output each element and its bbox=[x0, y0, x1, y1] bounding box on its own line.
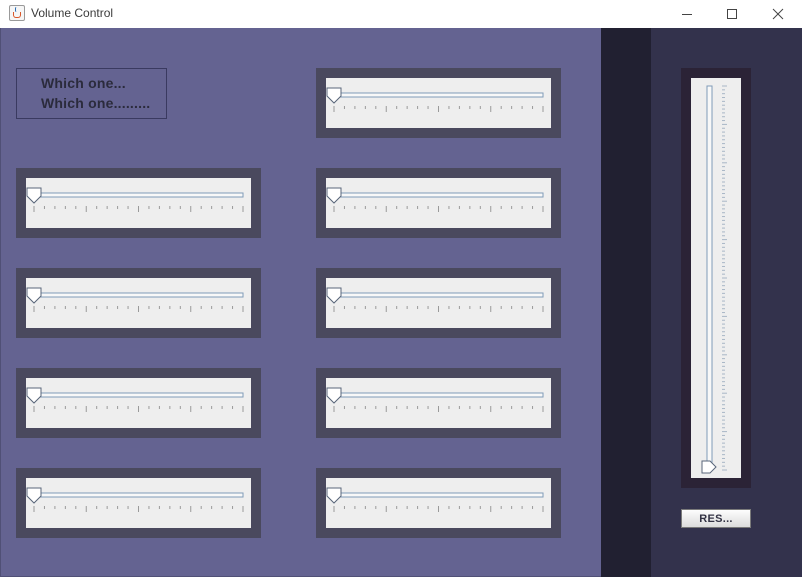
slider-track bbox=[333, 92, 544, 98]
slider-thumb bbox=[326, 87, 342, 104]
slider-7[interactable] bbox=[326, 378, 551, 428]
slider-track bbox=[333, 292, 544, 298]
slider-frame-9 bbox=[316, 468, 561, 538]
slider-thumb bbox=[326, 187, 342, 204]
slider-frame-6 bbox=[16, 368, 261, 438]
vertical-slider-graphic bbox=[701, 85, 727, 474]
divider-strip bbox=[601, 28, 651, 577]
slider-3[interactable] bbox=[326, 178, 551, 228]
slider-track bbox=[333, 192, 544, 198]
slider-thumb bbox=[26, 287, 42, 304]
slider-5[interactable] bbox=[326, 278, 551, 328]
selection-label-box: Which one... Which one......... bbox=[16, 68, 167, 119]
minimize-button[interactable] bbox=[664, 0, 710, 28]
slider-track bbox=[33, 292, 244, 298]
slider-frame-4 bbox=[16, 268, 261, 338]
maximize-button[interactable] bbox=[709, 0, 755, 28]
vertical-slider[interactable] bbox=[691, 78, 741, 478]
slider-graphic bbox=[326, 287, 544, 312]
slider-frame-5 bbox=[316, 268, 561, 338]
vertical-slider-track bbox=[706, 85, 713, 471]
slider-graphic bbox=[26, 287, 244, 312]
slider-9[interactable] bbox=[326, 478, 551, 528]
slider-track bbox=[333, 492, 544, 498]
slider-track bbox=[33, 392, 244, 398]
slider-graphic bbox=[26, 487, 244, 512]
slider-track bbox=[333, 392, 544, 398]
java-app-icon bbox=[9, 5, 25, 21]
slider-8[interactable] bbox=[26, 478, 251, 528]
slider-frame-8 bbox=[16, 468, 261, 538]
title-bar: Volume Control bbox=[0, 0, 802, 28]
slider-graphic bbox=[26, 387, 244, 412]
slider-2[interactable] bbox=[26, 178, 251, 228]
slider-4[interactable] bbox=[26, 278, 251, 328]
reset-button[interactable]: RES... bbox=[681, 509, 751, 528]
slider-graphic bbox=[326, 387, 544, 412]
slider-frame-1 bbox=[316, 68, 561, 138]
slider-6[interactable] bbox=[26, 378, 251, 428]
slider-frame-7 bbox=[316, 368, 561, 438]
label-line-2: Which one......... bbox=[41, 95, 151, 111]
slider-thumb bbox=[26, 487, 42, 504]
vertical-slider-thumb bbox=[701, 460, 717, 474]
slider-frame-2 bbox=[16, 168, 261, 238]
slider-graphic bbox=[326, 187, 544, 212]
label-line-1: Which one... bbox=[41, 75, 126, 91]
slider-graphic bbox=[326, 487, 544, 512]
minimize-icon bbox=[682, 14, 692, 15]
vertical-slider-frame bbox=[681, 68, 751, 488]
slider-thumb bbox=[326, 487, 342, 504]
slider-1[interactable] bbox=[326, 78, 551, 128]
slider-graphic bbox=[26, 187, 244, 212]
close-icon bbox=[772, 8, 784, 20]
slider-thumb bbox=[26, 387, 42, 404]
slider-track bbox=[33, 492, 244, 498]
close-button[interactable] bbox=[755, 0, 801, 28]
slider-graphic bbox=[326, 87, 544, 112]
slider-thumb bbox=[326, 387, 342, 404]
window-title: Volume Control bbox=[31, 6, 114, 20]
slider-track bbox=[33, 192, 244, 198]
slider-thumb bbox=[326, 287, 342, 304]
maximize-icon bbox=[727, 9, 737, 19]
slider-thumb bbox=[26, 187, 42, 204]
slider-frame-3 bbox=[316, 168, 561, 238]
